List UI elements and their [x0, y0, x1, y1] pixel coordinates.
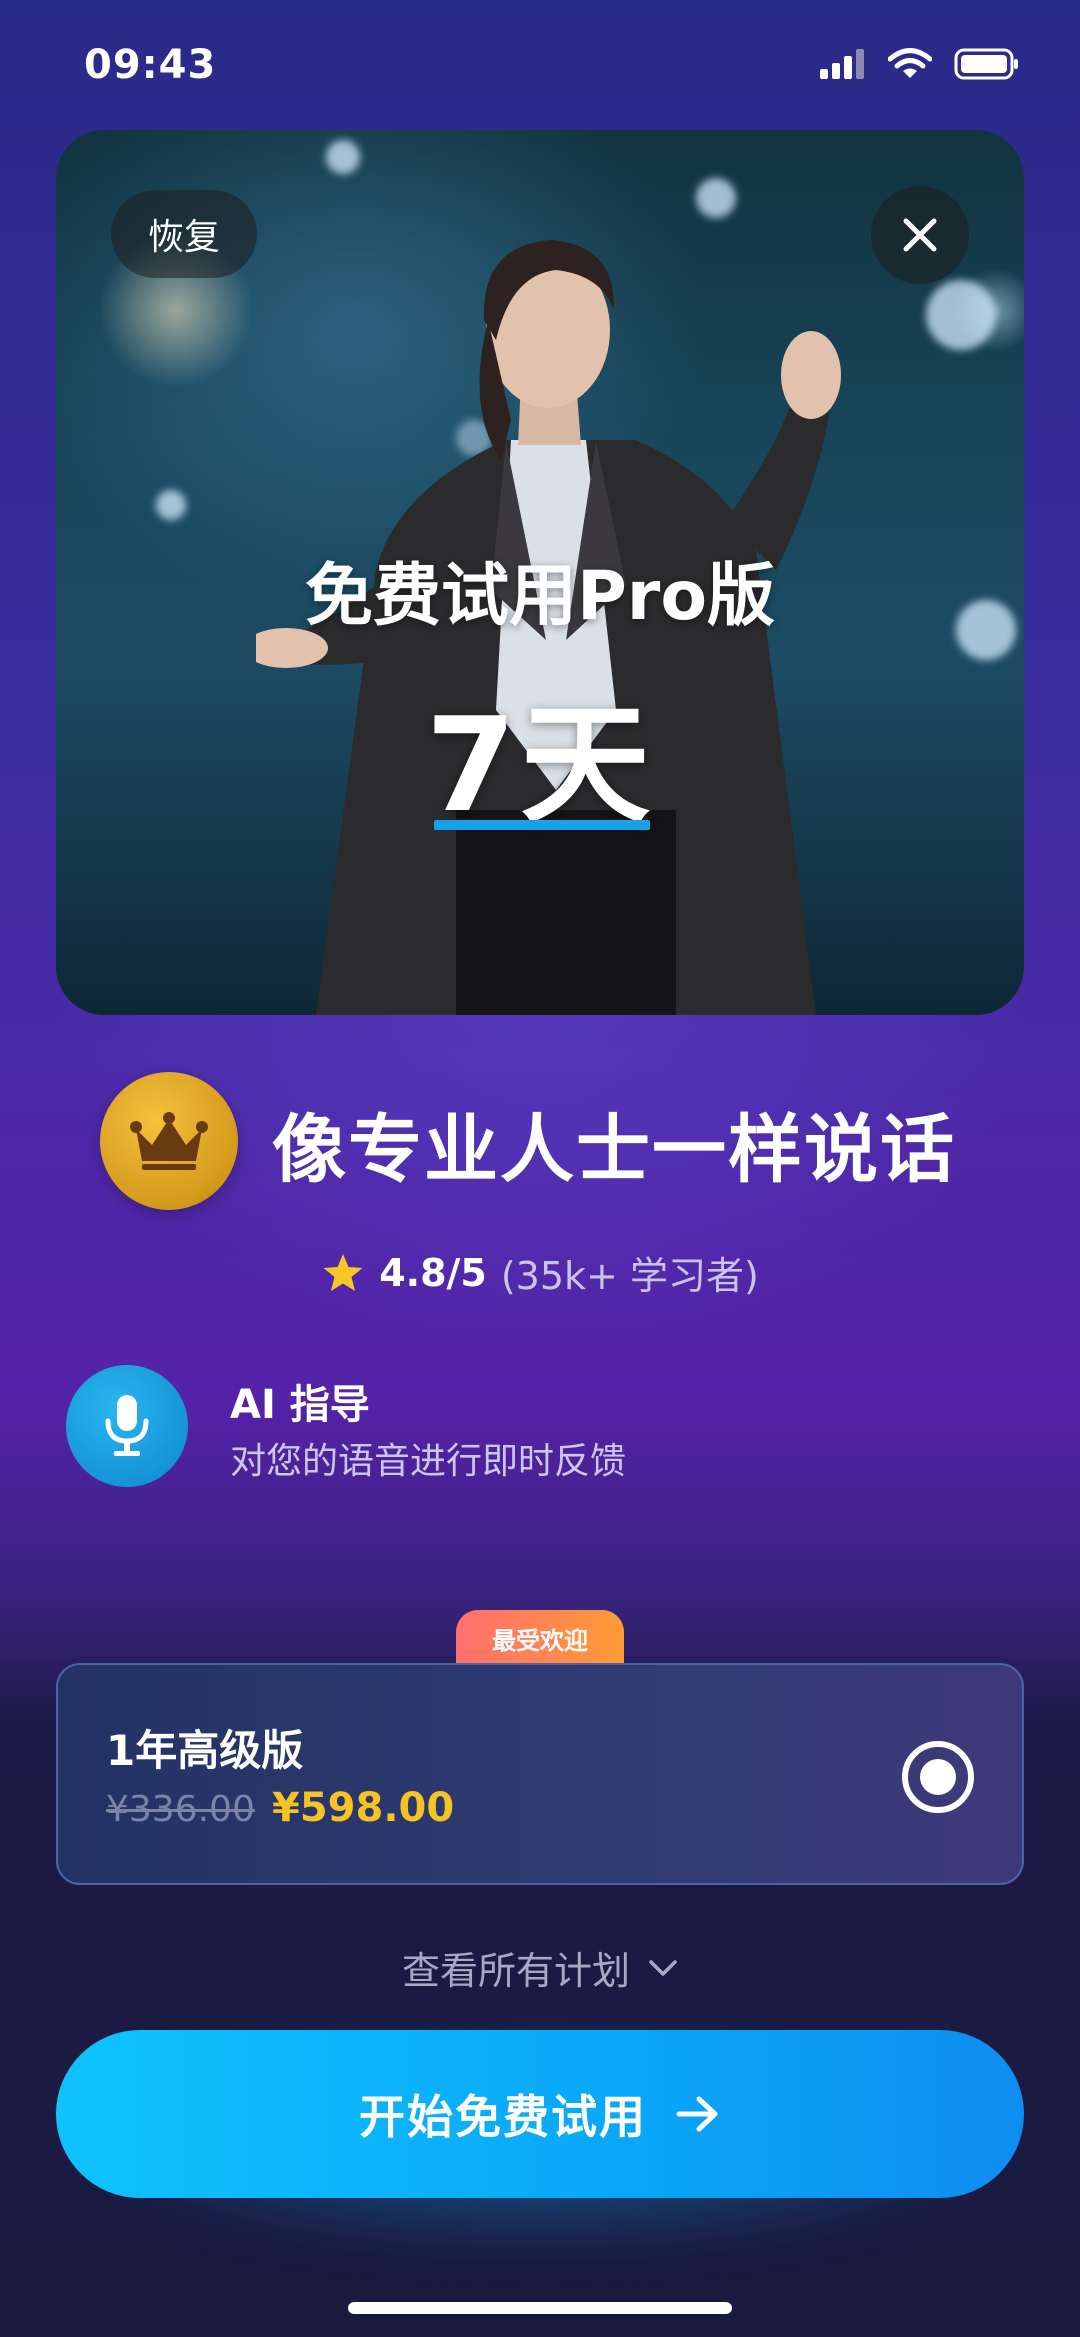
view-all-plans-label: 查看所有计划	[401, 1949, 630, 1993]
arrow-right-icon	[676, 2096, 718, 2132]
restore-purchases-button[interactable]: 恢复	[111, 190, 257, 278]
crown-icon	[130, 1112, 208, 1170]
plan-original-price: ¥336.00	[106, 1789, 255, 1830]
trial-days-underline	[434, 820, 650, 830]
chevron-down-icon	[649, 1959, 677, 1976]
view-all-plans-link[interactable]: 查看所有计划	[0, 1940, 1080, 1995]
close-icon	[903, 218, 937, 252]
feature-icon-circle	[66, 1365, 188, 1487]
plan-radio-selected[interactable]	[902, 1741, 974, 1813]
star-icon	[323, 1253, 363, 1291]
status-icons	[820, 48, 1020, 80]
signal-icon	[820, 49, 864, 79]
status-bar: 09:43	[0, 0, 1080, 130]
wifi-icon	[888, 48, 932, 78]
rating-score: 4.8/5	[379, 1250, 487, 1295]
hero-banner: 恢复 免费试用Pro版 7天	[56, 130, 1024, 1015]
plan-price: ¥598.00	[272, 1785, 455, 1831]
cta-label: 开始免费试用	[359, 2090, 647, 2144]
microphone-icon	[105, 1395, 149, 1456]
headline: 像专业人士一样说话	[272, 1107, 956, 1193]
start-free-trial-button[interactable]: 开始免费试用	[56, 2030, 1024, 2198]
status-time: 09:43	[84, 42, 217, 88]
radio-dot	[920, 1759, 956, 1795]
home-indicator	[348, 2302, 732, 2314]
close-button[interactable]	[871, 186, 969, 284]
crown-badge	[100, 1072, 238, 1210]
feature-title: AI 指导	[230, 1382, 370, 1428]
trial-title: 免费试用Pro版	[304, 557, 776, 636]
feature-subtitle: 对您的语音进行即时反馈	[230, 1441, 627, 1482]
battery-icon	[954, 48, 1018, 80]
plan-name: 1年高级版	[106, 1726, 304, 1775]
most-popular-badge: 最受欢迎	[456, 1610, 624, 1666]
rating-row: 4.8/5 (35k+ 学习者)	[0, 1245, 1080, 1300]
plan-option-annual[interactable]: 1年高级版 ¥336.00 ¥598.00	[56, 1663, 1024, 1885]
rating-count: (35k+ 学习者)	[500, 1254, 759, 1298]
